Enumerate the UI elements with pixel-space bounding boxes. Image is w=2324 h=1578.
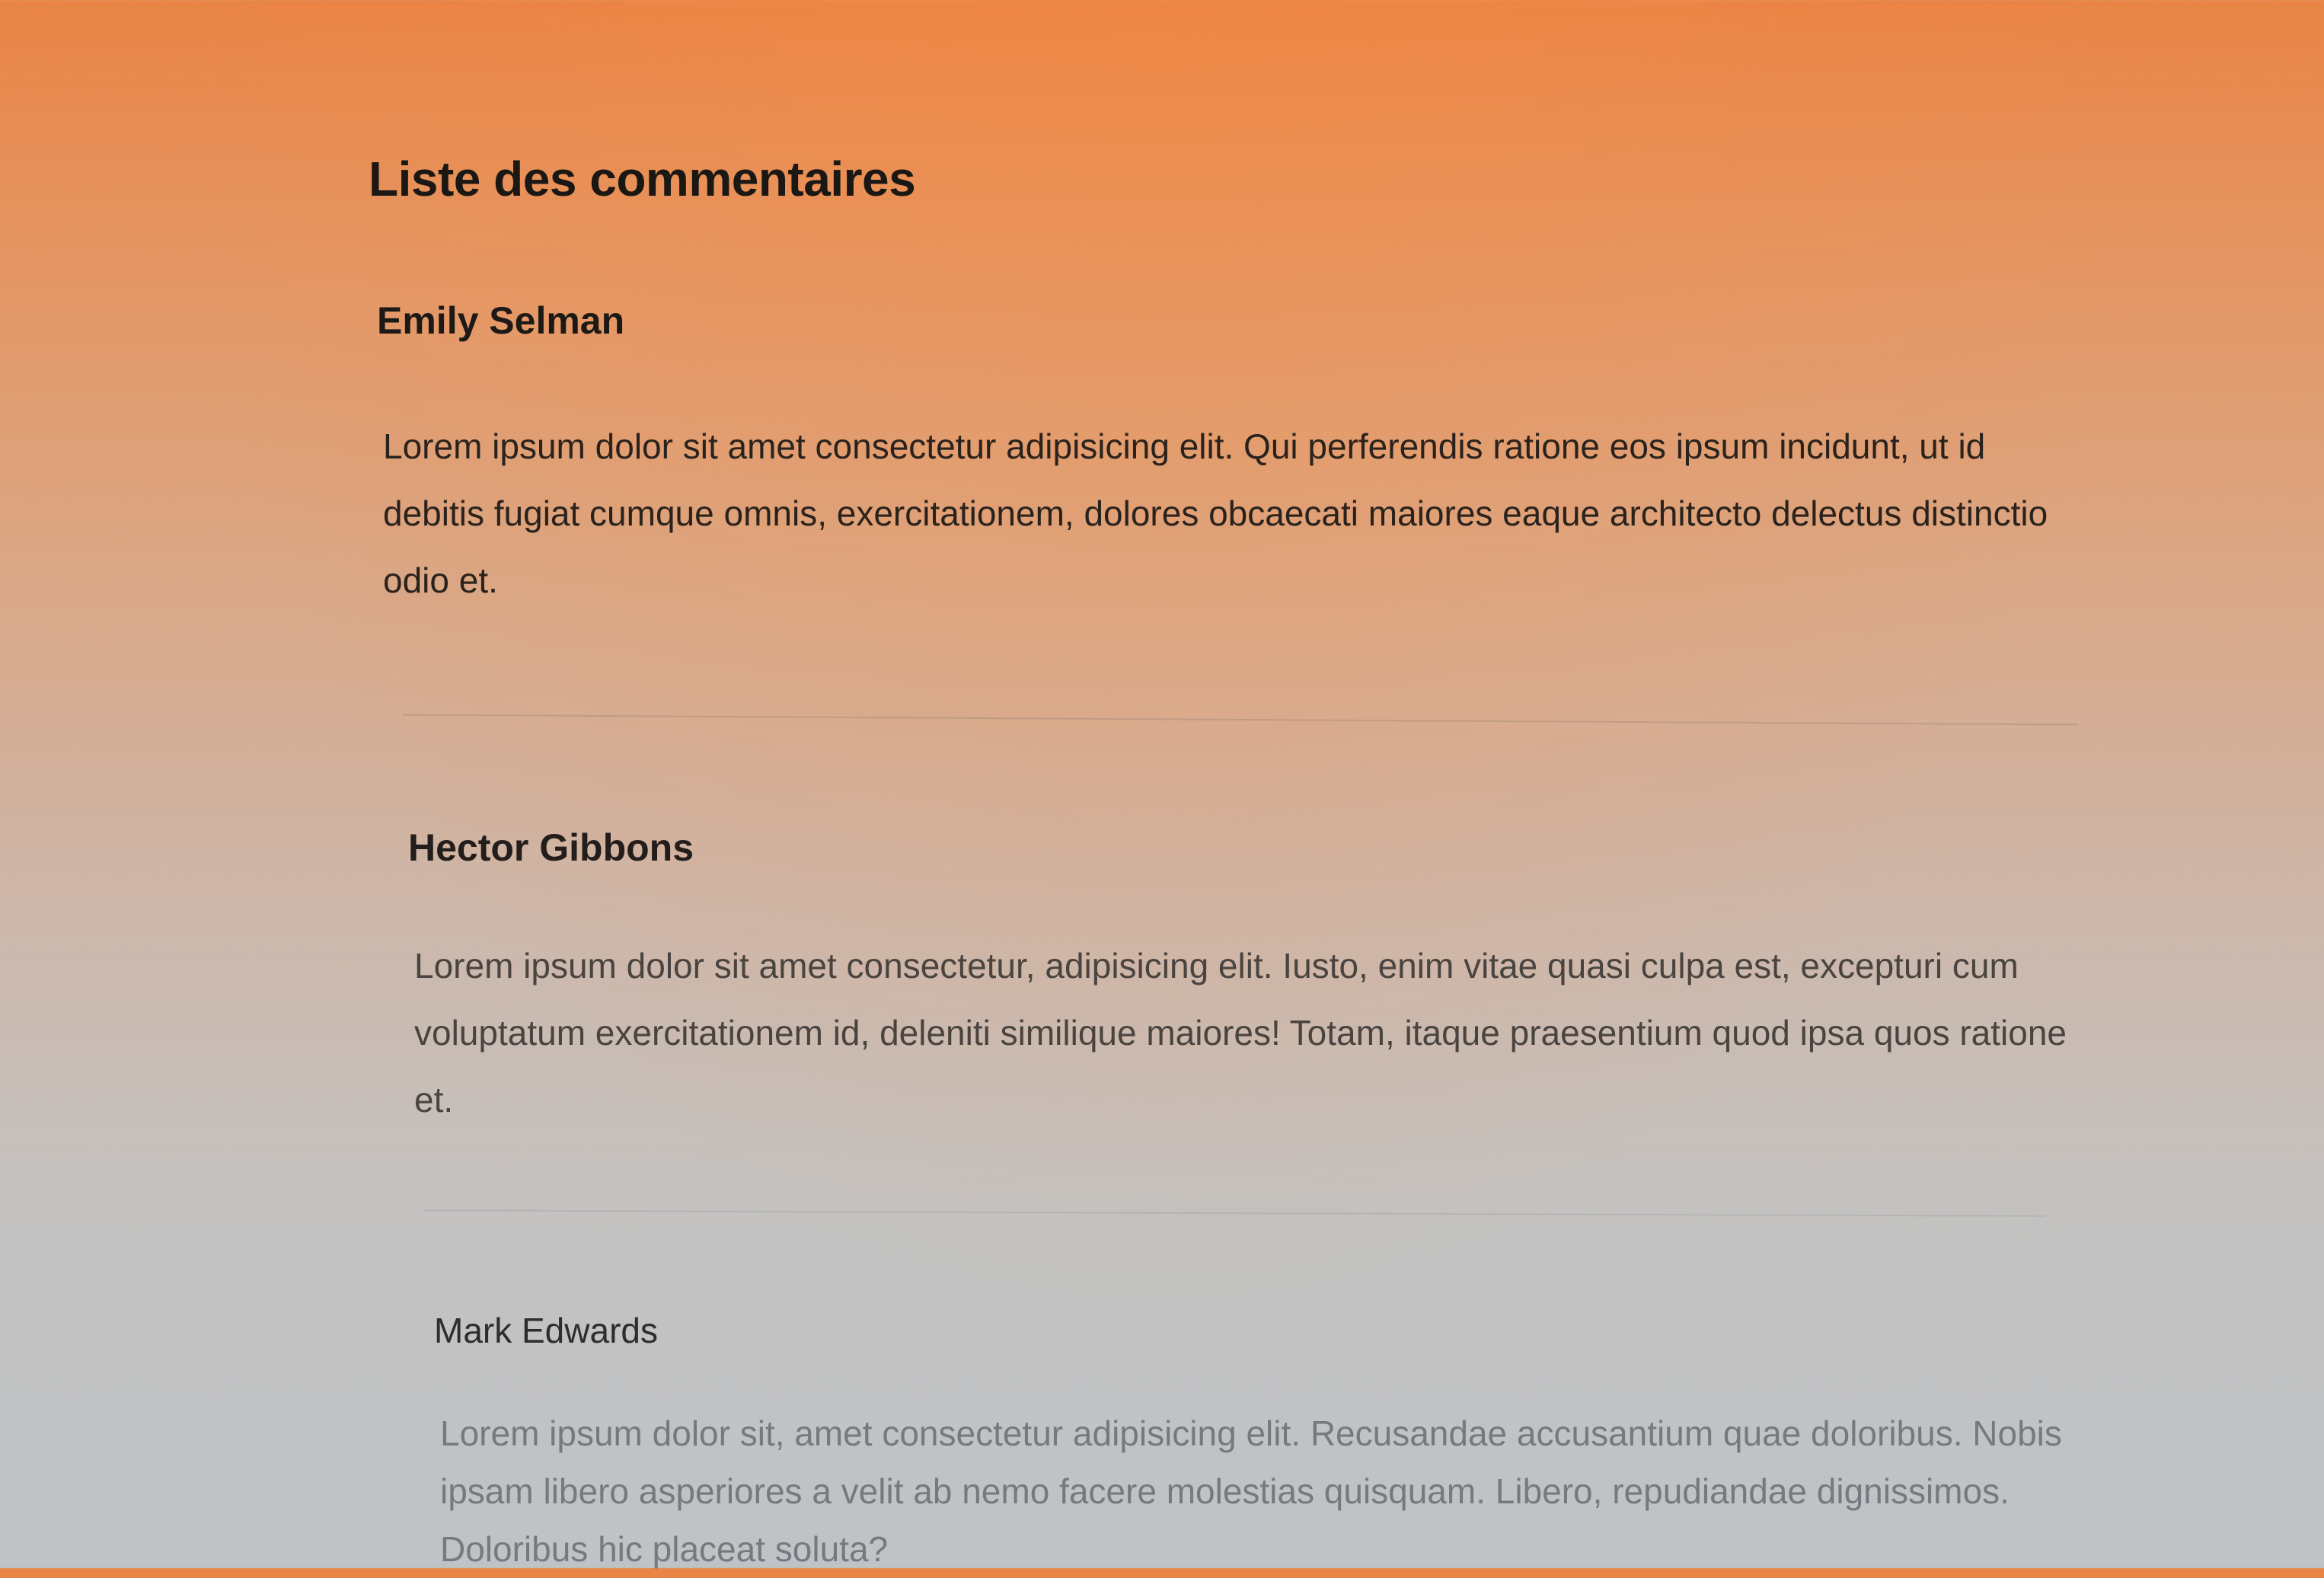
comment-text: Lorem ipsum dolor sit, amet consectetur …	[440, 1413, 2062, 1569]
comment-author: Hector Gibbons	[408, 826, 694, 869]
comment-text: Lorem ipsum dolor sit amet consectetur, …	[414, 946, 2067, 1120]
comments-page: Liste des commentaires Emily Selman Lore…	[0, 0, 2324, 1569]
comment-text: Lorem ipsum dolor sit amet consectetur a…	[383, 426, 2048, 600]
comment-divider	[423, 1209, 2045, 1217]
comment-item: Emily Selman Lorem ipsum dolor sit amet …	[377, 299, 2083, 614]
comment-divider	[402, 714, 2077, 726]
comment-author: Mark Edwards	[434, 1311, 658, 1350]
comment-author: Emily Selman	[377, 299, 625, 342]
page-title: Liste des commentaires	[369, 152, 916, 206]
comment-item: Hector Gibbons Lorem ipsum dolor sit ame…	[408, 826, 2068, 1133]
comment-item: Mark Edwards Lorem ipsum dolor sit, amet…	[434, 1310, 2064, 1578]
